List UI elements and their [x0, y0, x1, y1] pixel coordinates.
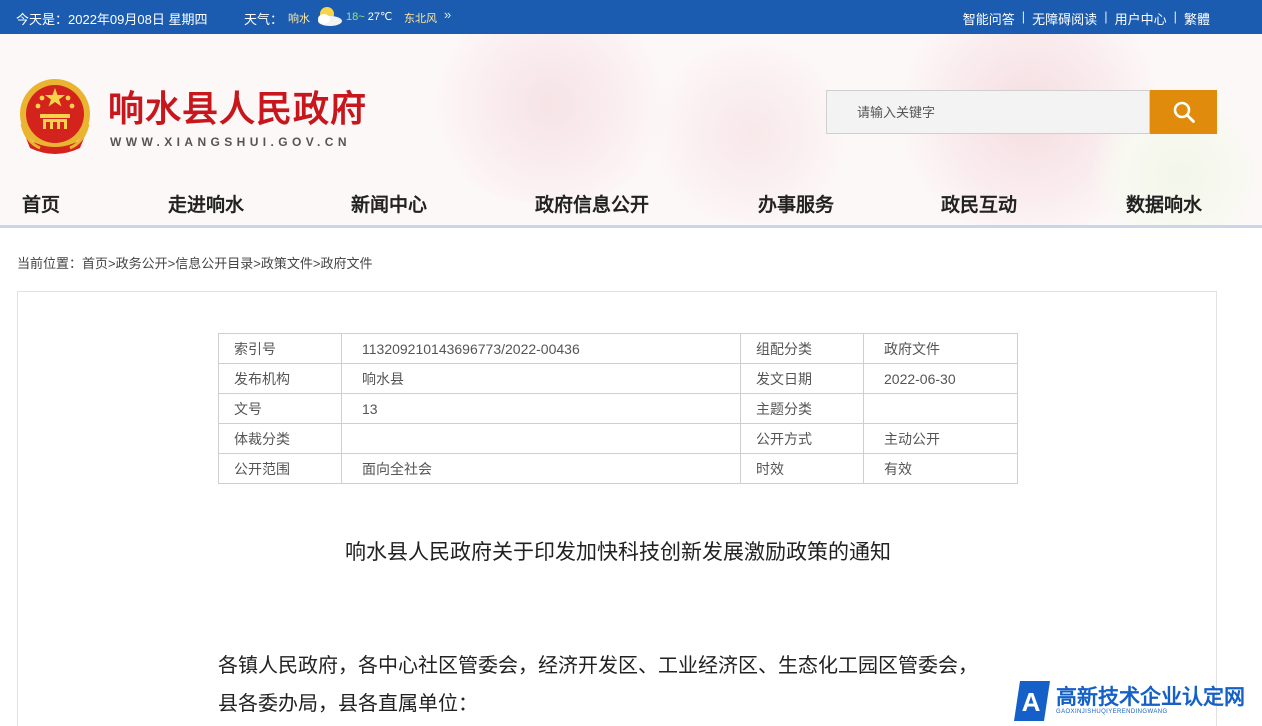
breadcrumb-item[interactable]: 信息公开目录	[175, 256, 253, 271]
document-body-line: 县各委办局，县各直属单位：	[218, 691, 478, 715]
search-icon	[1173, 101, 1195, 123]
meta-key: 索引号	[218, 333, 342, 364]
meta-value: 2022-06-30	[863, 363, 1018, 394]
document-body-line: 各镇人民政府，各中心社区管委会，经济开发区、工业经济区、生态化工园区管委会，	[218, 653, 978, 677]
meta-key: 时效	[740, 453, 864, 484]
breadcrumb-label: 当前位置：	[17, 256, 83, 271]
breadcrumb-item[interactable]: 政府文件	[320, 256, 372, 271]
meta-value	[863, 393, 1018, 424]
meta-value: 响水县	[341, 363, 741, 394]
table-row: 公开范围 面向全社会 时效 有效	[218, 453, 1018, 484]
meta-value	[341, 423, 741, 454]
site-header: 响水县人民政府 WWW.XIANGSHUI.GOV.CN 首页 走进响水 新闻中…	[0, 34, 1262, 228]
top-bar: 今天是：2022年09月08日 星期四 天气： 响水 18~ 27℃ 东北风 »…	[0, 0, 1262, 34]
weather-wind: 东北风	[404, 13, 437, 25]
meta-key: 公开方式	[740, 423, 864, 454]
nav-underline	[0, 225, 1262, 228]
breadcrumb-separator: >	[253, 256, 261, 271]
meta-key: 公开范围	[218, 453, 342, 484]
content-panel: 索引号 113209210143696773/2022-00436 组配分类 政…	[17, 291, 1217, 726]
national-emblem-icon	[20, 79, 90, 154]
watermark: A 高新技术企业认定网 GAOXINJISHUQIYERENDINGWANG	[1014, 676, 1262, 726]
nav-interaction[interactable]: 政民互动	[941, 190, 1017, 217]
sun-cloud-icon	[318, 7, 342, 26]
meta-value: 政府文件	[863, 333, 1018, 364]
weather-label: 天气：	[244, 12, 284, 27]
nav-services[interactable]: 办事服务	[758, 190, 834, 217]
top-link-separator: |	[1021, 9, 1026, 24]
top-link-accessibility[interactable]: 无障碍阅读	[1032, 9, 1097, 28]
meta-value: 13	[341, 393, 741, 424]
nav-gov-info[interactable]: 政府信息公开	[535, 190, 649, 217]
top-link-separator: |	[1104, 9, 1108, 24]
document-metadata-table: 索引号 113209210143696773/2022-00436 组配分类 政…	[218, 333, 1018, 484]
search-input[interactable]	[826, 90, 1150, 134]
watermark-title: 高新技术企业认定网	[1056, 686, 1245, 709]
top-links: 智能问答 | 无障碍阅读 | 用户中心 | 繁體	[963, 9, 1210, 28]
meta-value: 面向全社会	[341, 453, 741, 484]
breadcrumb-item[interactable]: 政策文件	[261, 256, 313, 271]
table-row: 发布机构 响水县 发文日期 2022-06-30	[218, 363, 1018, 394]
nav-news[interactable]: 新闻中心	[351, 190, 427, 217]
weather-more-icon[interactable]: »	[444, 7, 451, 22]
site-title[interactable]: 响水县人民政府	[108, 80, 367, 132]
top-link-qa[interactable]: 智能问答	[963, 9, 1015, 28]
breadcrumb-item[interactable]: 首页	[82, 256, 108, 271]
meta-key: 发布机构	[218, 363, 342, 394]
current-date: 今天是：2022年09月08日 星期四	[16, 12, 208, 27]
meta-value: 主动公开	[863, 423, 1018, 454]
meta-key: 发文日期	[740, 363, 864, 394]
watermark-subtitle: GAOXINJISHUQIYERENDINGWANG	[1056, 709, 1168, 715]
top-link-user-center[interactable]: 用户中心	[1115, 9, 1167, 28]
table-row: 体裁分类 公开方式 主动公开	[218, 423, 1018, 454]
site-domain: WWW.XIANGSHUI.GOV.CN	[110, 135, 351, 149]
table-row: 文号 13 主题分类	[218, 393, 1018, 424]
nav-data[interactable]: 数据响水	[1126, 190, 1202, 217]
nav-home[interactable]: 首页	[22, 190, 60, 217]
top-link-traditional[interactable]: 繁體	[1184, 9, 1210, 28]
document-title: 响水县人民政府关于印发加快科技创新发展激励政策的通知	[345, 540, 891, 564]
table-row: 索引号 113209210143696773/2022-00436 组配分类 政…	[218, 333, 1018, 364]
document-body: 各镇人民政府，各中心社区管委会，经济开发区、工业经济区、生态化工园区管委会， 县…	[218, 646, 1018, 722]
breadcrumb: 当前位置：首页>政务公开>信息公开目录>政策文件>政府文件	[17, 253, 372, 272]
search-button[interactable]	[1150, 90, 1217, 134]
meta-key: 组配分类	[740, 333, 864, 364]
top-link-separator: |	[1173, 9, 1177, 24]
meta-key: 体裁分类	[218, 423, 342, 454]
meta-key: 主题分类	[740, 393, 864, 424]
nav-about[interactable]: 走进响水	[168, 190, 244, 217]
watermark-text: 高新技术企业认定网 GAOXINJISHUQIYERENDINGWANG	[1056, 686, 1245, 716]
weather-city: 响水	[288, 13, 310, 25]
watermark-logo-icon: A	[1014, 681, 1050, 721]
weather-temperature: 18~ 27℃	[346, 11, 393, 23]
svg-text:A: A	[1022, 687, 1041, 717]
meta-key: 文号	[218, 393, 342, 424]
breadcrumb-item[interactable]: 政务公开	[116, 256, 168, 271]
breadcrumb-separator: >	[108, 256, 116, 271]
meta-value: 有效	[863, 453, 1018, 484]
main-nav: 首页 走进响水 新闻中心 政府信息公开 办事服务 政民互动 数据响水	[0, 188, 1262, 224]
meta-value: 113209210143696773/2022-00436	[341, 333, 741, 364]
